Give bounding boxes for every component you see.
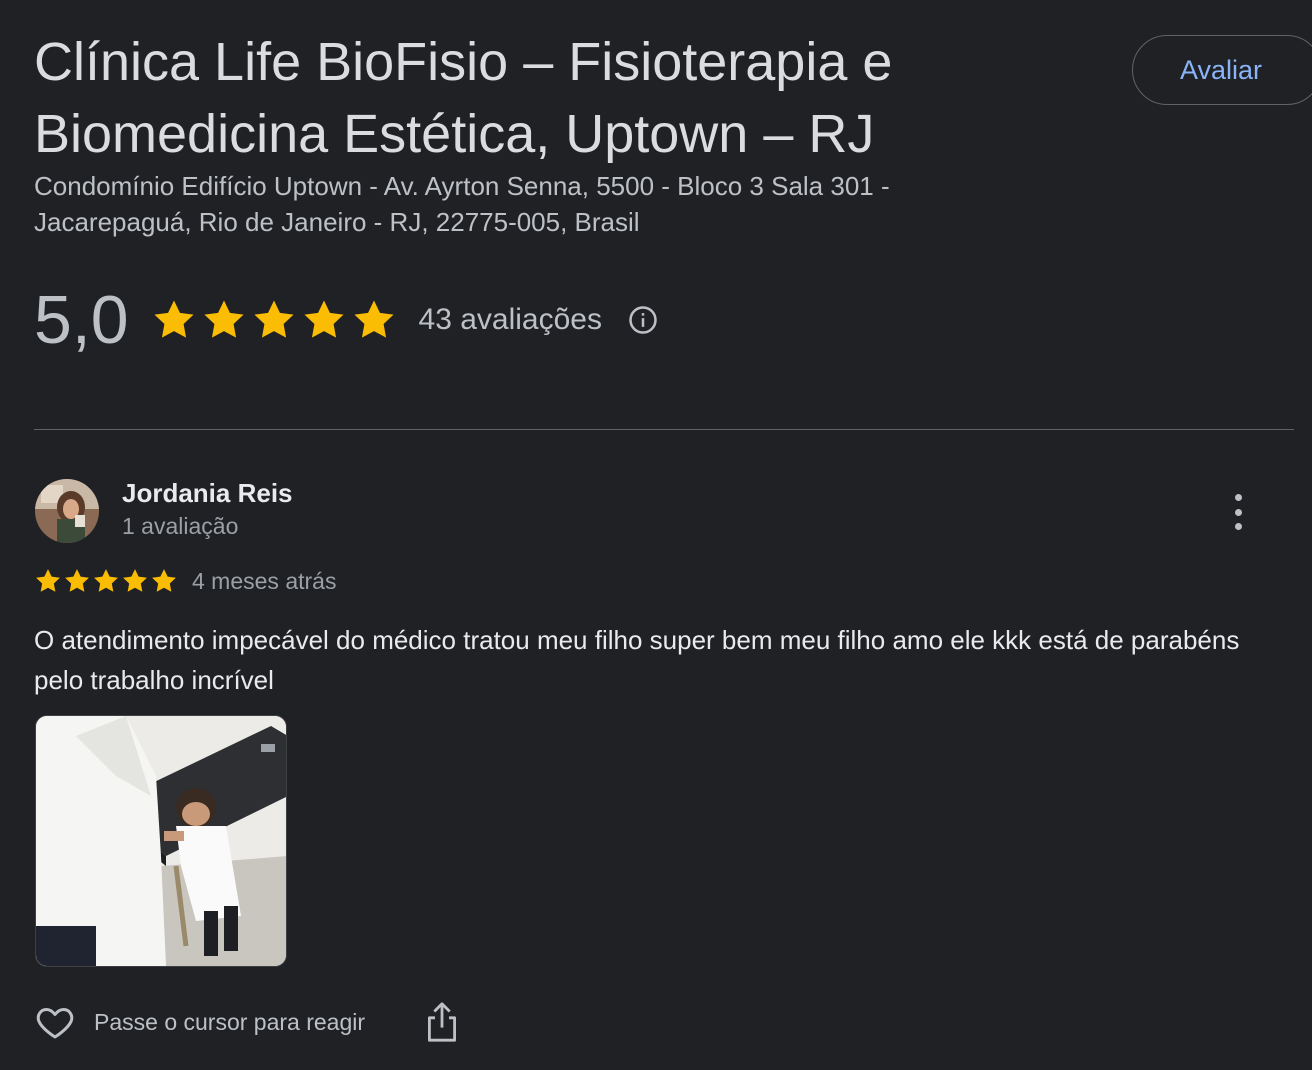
star-icon bbox=[65, 569, 89, 592]
reaction-row: Passe o cursor para reagir bbox=[34, 998, 459, 1046]
divider bbox=[34, 429, 1294, 430]
share-icon[interactable] bbox=[425, 1001, 459, 1043]
star-icon bbox=[152, 569, 176, 592]
star-icon bbox=[353, 300, 394, 338]
review-text: O atendimento impecável do médico tratou… bbox=[34, 625, 1240, 695]
info-icon[interactable] bbox=[628, 305, 658, 335]
place-address: Condomínio Edifício Uptown - Av. Ayrton … bbox=[34, 171, 890, 237]
heart-icon[interactable] bbox=[34, 1002, 76, 1042]
reviewer-review-count: 1 avaliação bbox=[122, 513, 239, 539]
star-icon bbox=[203, 300, 244, 338]
star-icon bbox=[303, 300, 344, 338]
review-photo[interactable] bbox=[35, 715, 287, 967]
avatar[interactable] bbox=[35, 479, 99, 543]
star-icon bbox=[153, 300, 194, 338]
more-vert-icon bbox=[1234, 494, 1242, 501]
more-options-button[interactable] bbox=[1224, 490, 1252, 534]
rate-button[interactable]: Avaliar bbox=[1132, 35, 1312, 105]
reviews-count[interactable]: 43 avaliações bbox=[419, 303, 602, 337]
rating-summary: 5,0 43 avaliações bbox=[34, 280, 658, 360]
rating-value: 5,0 bbox=[34, 282, 129, 358]
reviews-panel: Clínica Life BioFisio – Fisioterapia e B… bbox=[0, 0, 1312, 1070]
star-icon bbox=[123, 569, 147, 592]
reviewer-name[interactable]: Jordania Reis bbox=[122, 478, 293, 509]
star-icon bbox=[36, 569, 60, 592]
review-meta: 4 meses atrás bbox=[34, 564, 336, 598]
review-stars bbox=[34, 567, 178, 595]
rating-stars bbox=[151, 297, 397, 343]
star-icon bbox=[94, 569, 118, 592]
place-title: Clínica Life BioFisio – Fisioterapia e B… bbox=[34, 32, 893, 164]
star-icon bbox=[253, 300, 294, 338]
review-time: 4 meses atrás bbox=[192, 567, 337, 594]
react-label: Passe o cursor para reagir bbox=[94, 1008, 366, 1035]
